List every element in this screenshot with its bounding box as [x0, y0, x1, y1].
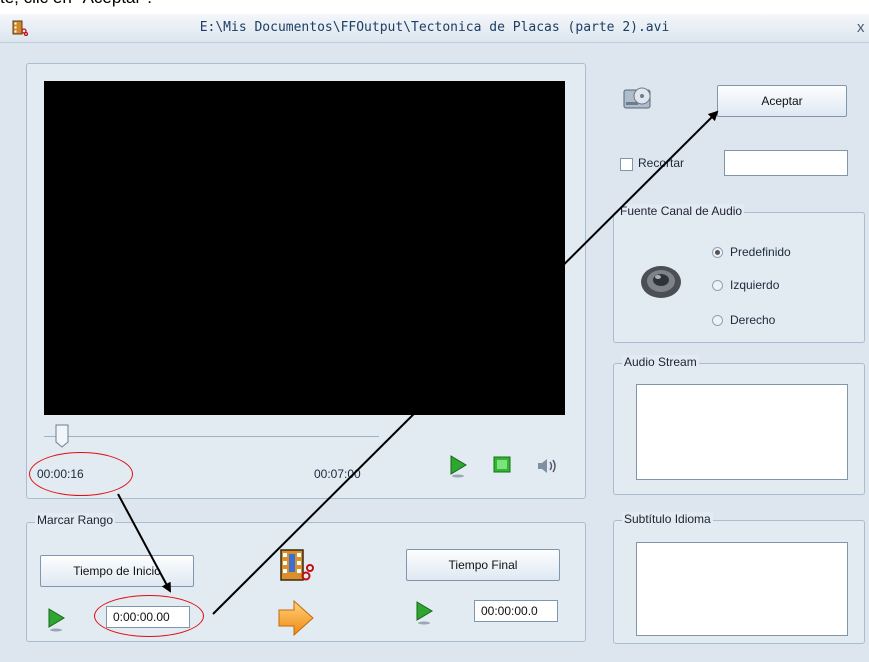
arrow-to-start-field [117, 493, 171, 593]
arrow-to-accept-button [212, 110, 719, 615]
annotation-arrows [117, 110, 719, 615]
